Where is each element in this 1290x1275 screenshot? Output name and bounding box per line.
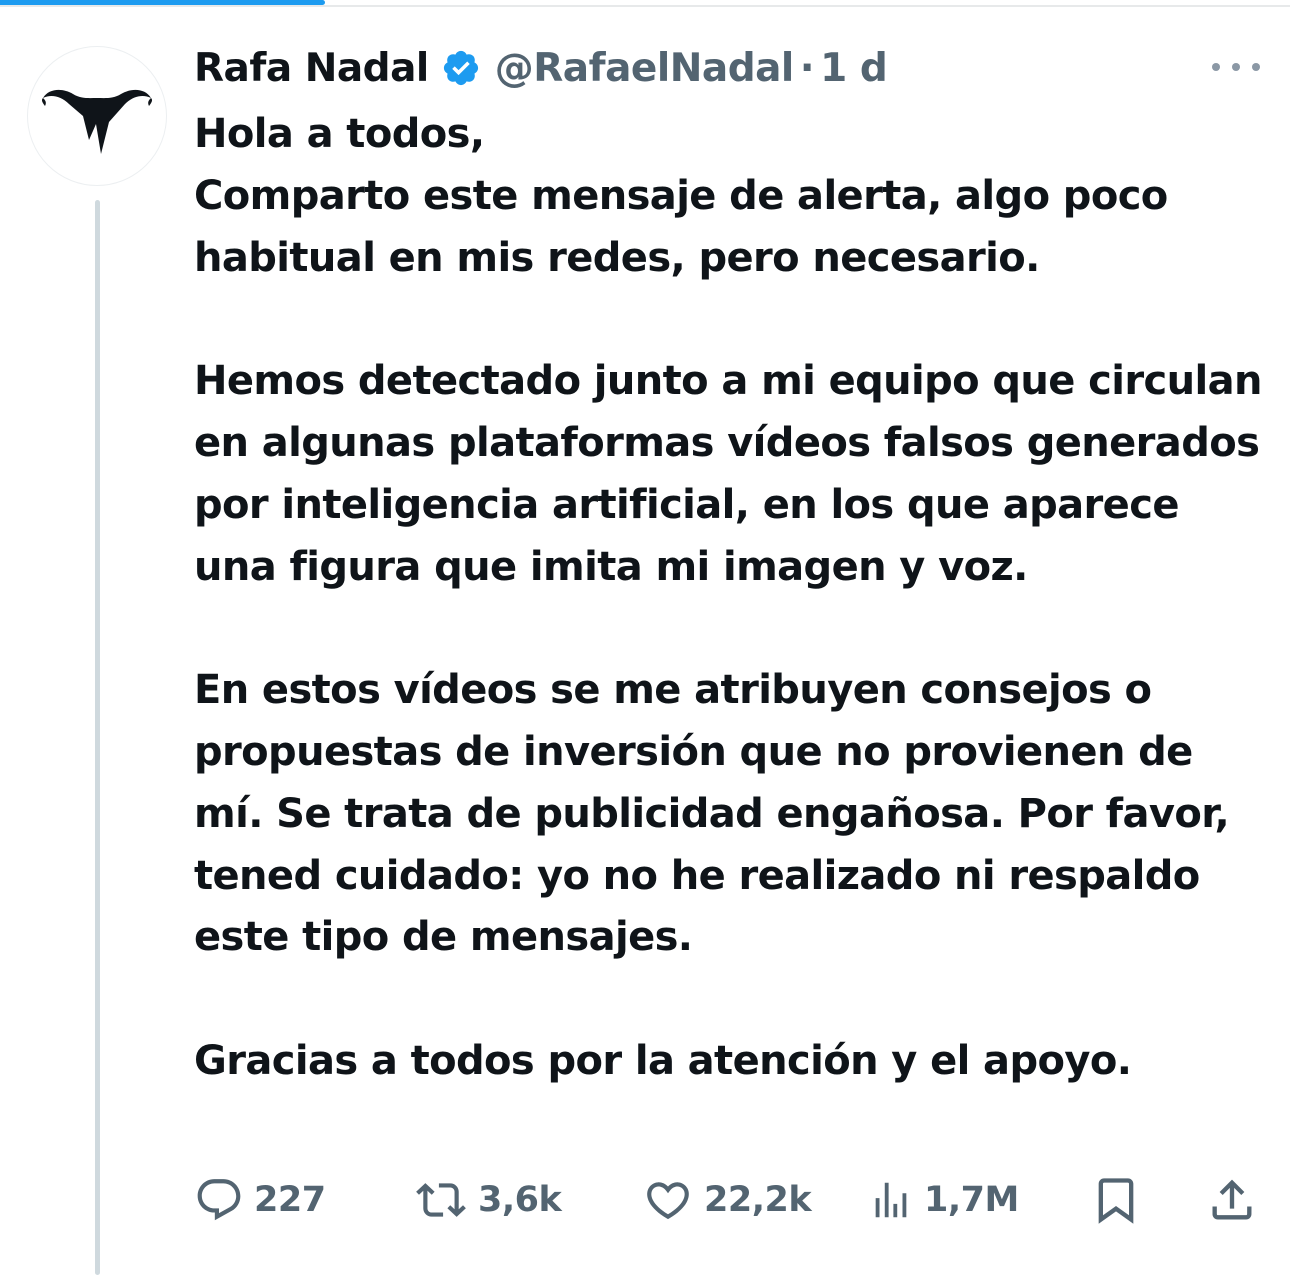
views-count: 1,7M (924, 1180, 1019, 1220)
tweet-header: Rafa Nadal @RafaelNadal · 1 d (194, 40, 888, 96)
reply-count: 227 (254, 1180, 326, 1220)
repost-count: 3,6k (478, 1180, 562, 1220)
reply-icon (197, 1179, 241, 1221)
tweet-paragraph: Hemos detectado junto a mi equipo que ci… (194, 358, 1262, 590)
author-handle[interactable]: @RafaelNadal (495, 46, 795, 91)
thread-line (95, 200, 100, 1275)
share-button[interactable] (1206, 1172, 1258, 1228)
tweet-text: Hola a todos, Comparto este mensaje de a… (194, 104, 1264, 1093)
tweet-paragraph: Hola a todos, Comparto este mensaje de a… (194, 111, 1168, 281)
tweet-paragraph: Gracias a todos por la atención y el apo… (194, 1037, 1132, 1084)
tweet-timestamp[interactable]: 1 d (820, 46, 888, 91)
reply-button[interactable]: 227 (194, 1172, 326, 1228)
bull-logo-icon (41, 89, 153, 154)
bookmark-icon (1098, 1178, 1134, 1224)
repost-icon (416, 1183, 466, 1217)
repost-button[interactable]: 3,6k (414, 1172, 562, 1228)
bookmark-button[interactable] (1090, 1172, 1142, 1228)
like-icon (647, 1182, 689, 1220)
top-divider (0, 5, 1290, 7)
avatar[interactable] (27, 46, 167, 186)
more-icon[interactable] (1212, 56, 1260, 78)
tweet-actions-bar: 227 3,6k 22,2k 1,7M (0, 1172, 1290, 1228)
like-count: 22,2k (704, 1180, 812, 1220)
views-icon (875, 1182, 907, 1218)
share-icon (1212, 1179, 1252, 1220)
tweet-paragraph: En estos vídeos se me atribuyen consejos… (194, 667, 1230, 961)
author-display-name[interactable]: Rafa Nadal (194, 46, 429, 91)
verified-badge-icon[interactable] (441, 48, 481, 88)
like-button[interactable]: 22,2k (642, 1172, 812, 1228)
views-button[interactable]: 1,7M (868, 1172, 1019, 1228)
separator-dot: · (799, 45, 815, 91)
